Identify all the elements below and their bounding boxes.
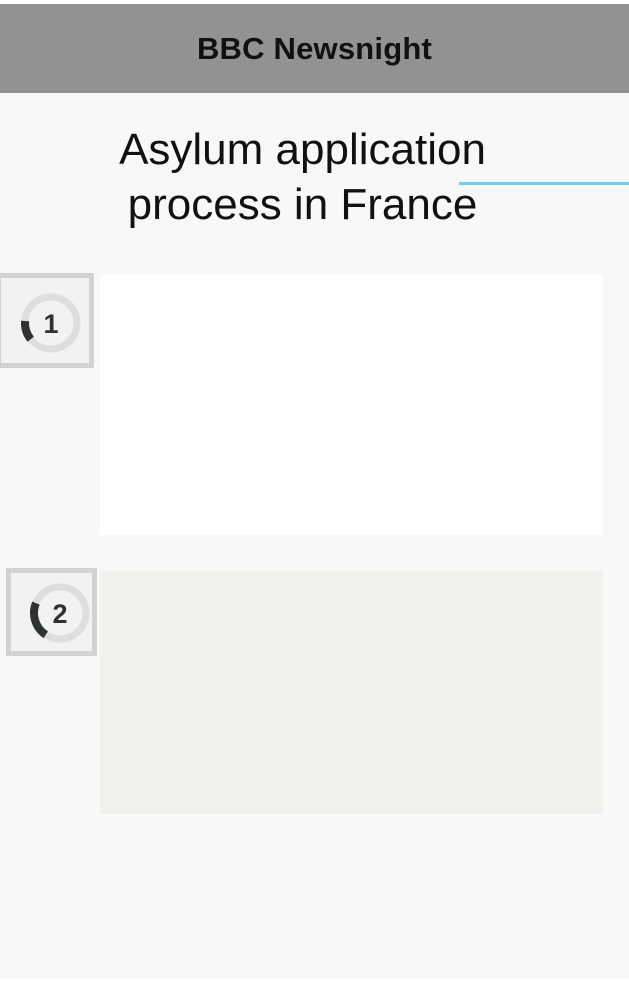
article-title-line-1: Asylum application (119, 125, 486, 174)
page: BBC Newsnight Asylum application process… (0, 0, 629, 981)
step-1-progress-ring: 1 (21, 293, 81, 353)
step-2-progress-arc (30, 601, 49, 639)
step-2-badge[interactable]: 2 (6, 568, 97, 656)
article-title: Asylum application process in France (0, 122, 605, 232)
step-2-number: 2 (52, 599, 67, 629)
step-1-card (100, 274, 603, 535)
step-1-progress-arc (21, 320, 35, 342)
accent-line (459, 182, 629, 185)
app-title: BBC Newsnight (196, 30, 433, 66)
step-1-number: 1 (43, 309, 58, 339)
article-title-line-2: process in France (127, 180, 478, 229)
step-2-progress-ring: 2 (30, 583, 90, 643)
step-1-badge[interactable]: 1 (0, 273, 94, 368)
app-header: BBC Newsnight (0, 4, 629, 93)
step-2-card (100, 571, 603, 814)
